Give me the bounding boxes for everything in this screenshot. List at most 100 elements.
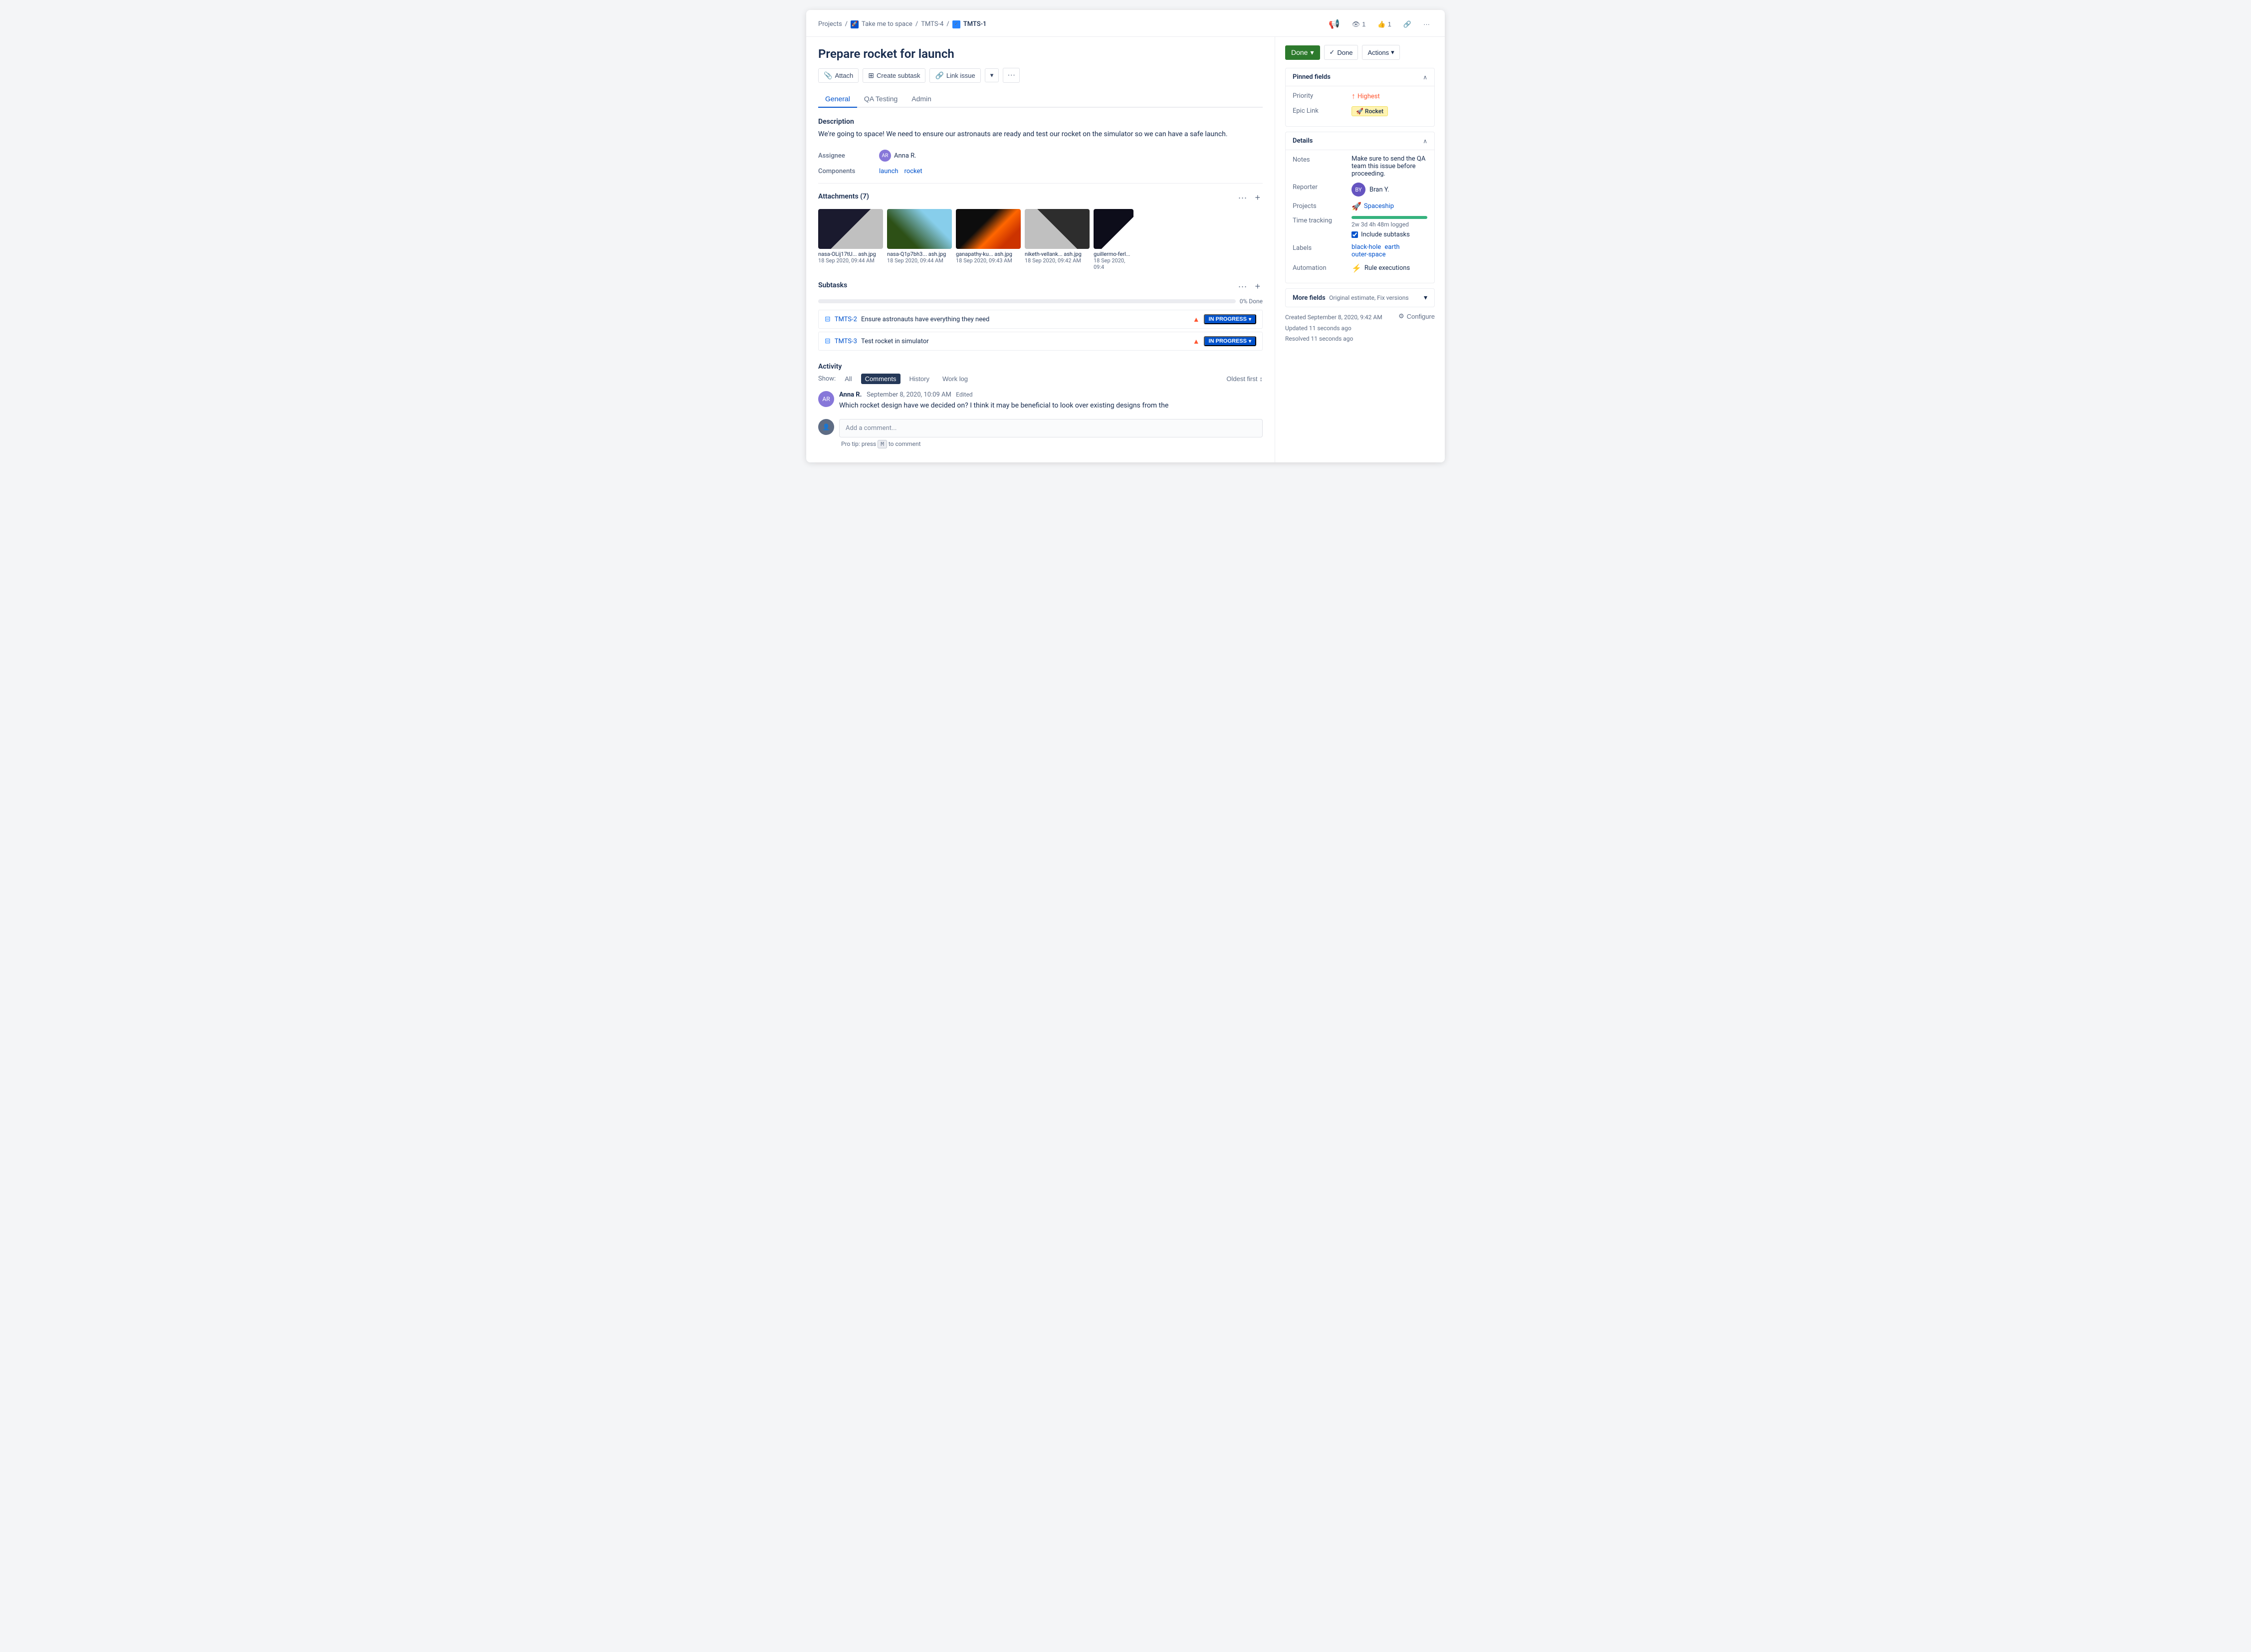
project-icon: 🚀 bbox=[1351, 202, 1361, 211]
breadcrumb-project-name[interactable]: Take me to space bbox=[862, 20, 912, 28]
main-layout: Prepare rocket for launch 📎 Attach ⊞ Cre… bbox=[806, 37, 1445, 462]
done-check-label: Done bbox=[1337, 49, 1352, 56]
details-header[interactable]: Details ∧ bbox=[1286, 132, 1434, 150]
filter-all[interactable]: All bbox=[841, 374, 856, 384]
breadcrumb-current: TMTS-1 bbox=[963, 20, 987, 28]
breadcrumb-projects[interactable]: Projects bbox=[818, 20, 842, 28]
progress-label: 0% Done bbox=[1240, 298, 1263, 305]
more-options-button[interactable]: ··· bbox=[1420, 18, 1433, 30]
watchers-count: 1 bbox=[1362, 20, 1365, 28]
time-tracking-label: Time tracking bbox=[1293, 216, 1348, 224]
tabs: General QA Testing Admin bbox=[818, 91, 1263, 108]
pinned-fields-header[interactable]: Pinned fields ∧ bbox=[1286, 68, 1434, 86]
label-black-hole[interactable]: black-hole bbox=[1351, 243, 1381, 251]
current-issue-icon: ✓ bbox=[952, 20, 960, 28]
likes-button[interactable]: 👍 1 bbox=[1374, 18, 1394, 30]
filter-comments[interactable]: Comments bbox=[861, 374, 900, 384]
comment-author: Anna R. bbox=[839, 391, 862, 399]
tab-qa-testing[interactable]: QA Testing bbox=[857, 91, 904, 108]
pro-tip: Pro tip: press M to comment bbox=[841, 440, 1263, 447]
configure-button[interactable]: ⚙ Configure bbox=[1398, 312, 1435, 320]
include-subtasks-label: Include subtasks bbox=[1361, 231, 1410, 238]
filter-history[interactable]: History bbox=[905, 374, 933, 384]
attachments-grid: nasa-OLij17tU... ash.jpg 18 Sep 2020, 09… bbox=[818, 209, 1263, 270]
epic-badge[interactable]: 🚀 Rocket bbox=[1351, 106, 1388, 116]
attachment-thumb-5 bbox=[1094, 209, 1133, 249]
subtask-status-2[interactable]: IN PROGRESS ▾ bbox=[1204, 336, 1256, 346]
attach-label: Attach bbox=[835, 72, 853, 79]
description-section: Description We're going to space! We nee… bbox=[818, 118, 1263, 140]
label-outer-space[interactable]: outer-space bbox=[1351, 251, 1386, 258]
extra-options-button[interactable]: ··· bbox=[1003, 68, 1020, 83]
more-fields-left: More fields Original estimate, Fix versi… bbox=[1293, 294, 1409, 302]
details-chevron-icon: ∧ bbox=[1423, 138, 1427, 145]
done-chevron-icon: ▾ bbox=[1310, 48, 1314, 57]
chevron-down-icon: ▾ bbox=[990, 71, 994, 79]
priority-icon-2: ▲ bbox=[1193, 337, 1200, 346]
done-label: Done bbox=[1291, 48, 1308, 56]
attach-button[interactable]: 📎 Attach bbox=[818, 68, 859, 83]
attachment-info-5: guillermo-ferl... 18 Sep 2020, 09:4 bbox=[1094, 251, 1133, 270]
done-button[interactable]: Done ▾ bbox=[1285, 45, 1320, 60]
subtask-item[interactable]: ⊟ TMTS-3 Test rocket in simulator ▲ IN P… bbox=[818, 332, 1263, 351]
attachment-item[interactable]: nasa-OLij17tU... ash.jpg 18 Sep 2020, 09… bbox=[818, 209, 883, 270]
component-rocket[interactable]: rocket bbox=[904, 168, 922, 175]
tab-general[interactable]: General bbox=[818, 91, 857, 108]
attachment-item[interactable]: ganapathy-ku... ash.jpg 18 Sep 2020, 09:… bbox=[956, 209, 1021, 270]
attachments-add-button[interactable]: + bbox=[1252, 192, 1263, 204]
subtasks-add-button[interactable]: + bbox=[1252, 280, 1263, 293]
subtask-item[interactable]: ⊟ TMTS-2 Ensure astronauts have everythi… bbox=[818, 310, 1263, 329]
subtask-status-1[interactable]: IN PROGRESS ▾ bbox=[1204, 314, 1256, 324]
breadcrumb-parent-key[interactable]: TMTS-4 bbox=[921, 20, 943, 28]
attachment-item[interactable]: niketh-vellank... ash.jpg 18 Sep 2020, 0… bbox=[1025, 209, 1090, 270]
labels-field: Labels black-hole earth outer-space bbox=[1293, 243, 1427, 258]
actions-button[interactable]: Actions ▾ bbox=[1362, 45, 1399, 60]
create-subtask-button[interactable]: ⊞ Create subtask bbox=[863, 68, 925, 83]
labels-value: black-hole earth outer-space bbox=[1351, 243, 1427, 258]
subtask-key-tmts3[interactable]: TMTS-3 bbox=[835, 338, 857, 345]
attachment-item-partial[interactable]: guillermo-ferl... 18 Sep 2020, 09:4 bbox=[1094, 209, 1133, 270]
attachment-item[interactable]: nasa-Q1p7bh3... ash.jpg 18 Sep 2020, 09:… bbox=[887, 209, 952, 270]
notes-label: Notes bbox=[1293, 155, 1348, 164]
more-fields-chevron-icon: ▾ bbox=[1424, 294, 1427, 302]
filter-worklog[interactable]: Work log bbox=[938, 374, 972, 384]
attachment-name-2: nasa-Q1p7bh3... ash.jpg bbox=[887, 251, 952, 257]
component-launch[interactable]: launch bbox=[879, 168, 899, 175]
pro-tip-key: M bbox=[878, 440, 887, 448]
subtasks-more-button[interactable]: ··· bbox=[1236, 280, 1250, 293]
reporter-name: Bran Y. bbox=[1369, 186, 1389, 194]
attachment-thumb-4 bbox=[1025, 209, 1090, 249]
watchers-button[interactable]: 👁 1 bbox=[1349, 18, 1369, 30]
priority-field-label: Priority bbox=[1293, 91, 1348, 100]
comment-input[interactable]: Add a comment... bbox=[839, 419, 1263, 437]
notifications-button[interactable]: 📢 bbox=[1326, 17, 1343, 31]
subtask-left: ⊟ TMTS-2 Ensure astronauts have everythi… bbox=[825, 315, 989, 323]
sort-button[interactable]: Oldest first ↕ bbox=[1226, 375, 1263, 383]
include-subtasks-checkbox[interactable] bbox=[1351, 231, 1358, 238]
project-link[interactable]: 🚀 Spaceship bbox=[1351, 202, 1427, 211]
share-button[interactable]: 🔗 bbox=[1400, 18, 1414, 30]
reporter-value: BY Bran Y. bbox=[1351, 183, 1427, 197]
right-top-actions: Done ▾ ✓ Done Actions ▾ bbox=[1285, 45, 1435, 60]
configure-label: Configure bbox=[1407, 313, 1435, 320]
dots-icon: ··· bbox=[1007, 71, 1015, 79]
subtask-key-tmts2[interactable]: TMTS-2 bbox=[835, 316, 857, 323]
page-title: Prepare rocket for launch bbox=[818, 47, 1263, 61]
labels-label: Labels bbox=[1293, 243, 1348, 252]
page-wrapper: Projects / 🚀 Take me to space / TMTS-4 /… bbox=[806, 10, 1445, 462]
more-fields-section[interactable]: More fields Original estimate, Fix versi… bbox=[1285, 288, 1435, 307]
tab-admin[interactable]: Admin bbox=[904, 91, 938, 108]
reporter-avatar: BY bbox=[1351, 183, 1365, 197]
automation-field: Automation ⚡ Rule executions bbox=[1293, 263, 1427, 273]
actions-label: Actions bbox=[1367, 49, 1389, 56]
sort-icon: ↕ bbox=[1260, 375, 1263, 383]
pro-tip-text: Pro tip: press bbox=[841, 440, 878, 447]
attachments-more-button[interactable]: ··· bbox=[1236, 192, 1250, 204]
label-earth[interactable]: earth bbox=[1384, 243, 1399, 251]
link-issue-button[interactable]: 🔗 Link issue bbox=[929, 68, 980, 83]
done-check-button[interactable]: ✓ Done bbox=[1324, 45, 1358, 60]
automation-text: Rule executions bbox=[1364, 264, 1410, 272]
priority-field-value: ↑ Highest bbox=[1351, 91, 1427, 101]
more-toolbar-button[interactable]: ▾ bbox=[985, 68, 999, 82]
progress-bar-container bbox=[818, 299, 1236, 303]
